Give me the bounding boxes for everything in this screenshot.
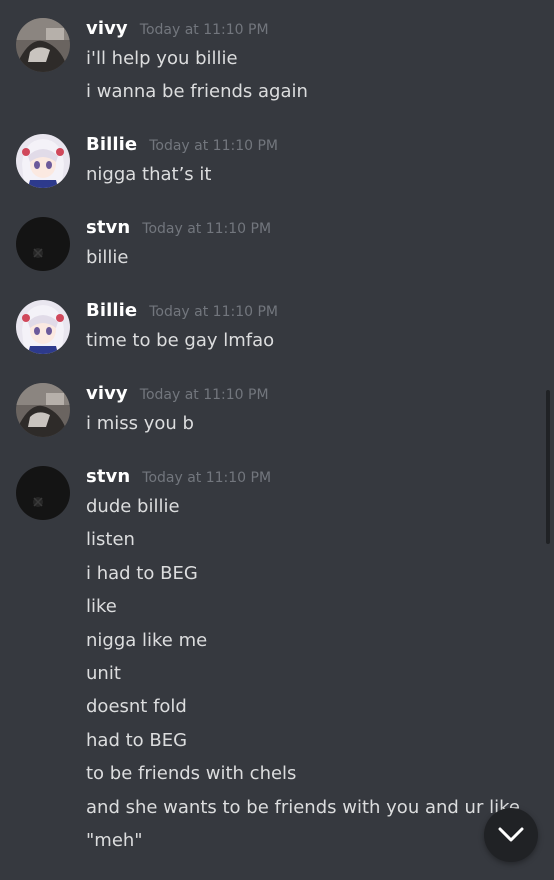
timestamp: Today at 11:10 PM [139,387,269,403]
message-text: "meh" [86,830,143,851]
timestamp: Today at 11:10 PM [142,221,272,237]
message-text: like [86,596,117,617]
message-text: unit [86,663,121,684]
user-avatar[interactable] [16,217,70,271]
message-text: and she wants to be friends with you and… [86,797,520,818]
timestamp: Today at 11:10 PM [142,470,272,486]
message-header: Billie Today at 11:10 PM [86,134,278,164]
message-text: i had to BEG [86,563,198,584]
message-text: dude billie [86,496,180,517]
message-header: stvn Today at 11:10 PM [86,466,271,496]
message-text: time to be gay lmfao [86,330,275,351]
jump-to-bottom-button[interactable] [484,808,538,862]
message-text: listen [86,529,135,550]
username[interactable]: vivy [86,383,128,404]
timestamp: Today at 11:10 PM [149,304,278,320]
message-text: nigga like me [86,630,208,651]
anime-girl-avatar-image [16,300,70,354]
message-text: i miss you b [86,413,194,434]
user-avatar[interactable] [16,134,70,188]
message-text: i wanna be friends again [86,81,308,102]
username[interactable]: stvn [86,466,130,487]
message-header: stvn Today at 11:10 PM [86,217,271,247]
message-text: doesnt fold [86,696,187,717]
vivy-avatar-image [16,383,70,437]
vivy-avatar-image [16,18,70,72]
timestamp: Today at 11:10 PM [149,138,278,154]
message-header: vivy Today at 11:10 PM [86,18,269,48]
user-avatar[interactable] [16,383,70,437]
anime-girl-avatar-image [16,134,70,188]
message-header: vivy Today at 11:10 PM [86,383,269,413]
scrollbar-thumb[interactable] [546,390,550,544]
dark-avatar-image [16,217,70,271]
chevron-down-icon [498,827,524,842]
message-text: had to BEG [86,730,188,751]
username[interactable]: Billie [86,300,137,321]
dark-avatar-image [16,466,70,520]
user-avatar[interactable] [16,466,70,520]
user-avatar[interactable] [16,18,70,72]
username[interactable]: vivy [86,18,128,39]
username[interactable]: stvn [86,217,130,238]
chat-messages-pane[interactable]: vivy Today at 11:10 PM i'll help you bil… [0,0,554,880]
message-text: billie [86,247,129,268]
message-text: i'll help you billie [86,48,238,69]
user-avatar[interactable] [16,300,70,354]
message-header: Billie Today at 11:10 PM [86,300,278,330]
username[interactable]: Billie [86,134,137,155]
message-text: nigga that’s it [86,164,212,185]
timestamp: Today at 11:10 PM [139,22,269,38]
message-text: to be friends with chels [86,763,297,784]
